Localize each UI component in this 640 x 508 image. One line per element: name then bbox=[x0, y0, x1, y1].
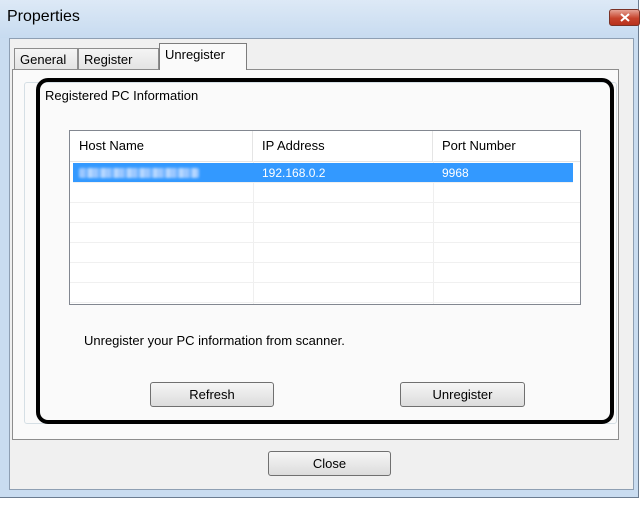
unregister-button[interactable]: Unregister bbox=[400, 382, 525, 407]
refresh-button[interactable]: Refresh bbox=[150, 382, 274, 407]
tab-register[interactable]: Register bbox=[78, 48, 159, 70]
close-icon bbox=[620, 13, 630, 22]
window-close-button[interactable] bbox=[609, 9, 640, 26]
window-title: Properties bbox=[7, 8, 80, 25]
title-bar[interactable]: Properties bbox=[0, 0, 640, 38]
tab-general[interactable]: General bbox=[14, 48, 78, 70]
properties-window: Properties General Register Unregister R… bbox=[0, 0, 640, 498]
highlight-annotation-box bbox=[36, 78, 614, 424]
unregister-info-text: Unregister your PC information from scan… bbox=[84, 333, 345, 348]
close-button[interactable]: Close bbox=[268, 451, 391, 476]
tab-unregister[interactable]: Unregister bbox=[159, 43, 247, 70]
